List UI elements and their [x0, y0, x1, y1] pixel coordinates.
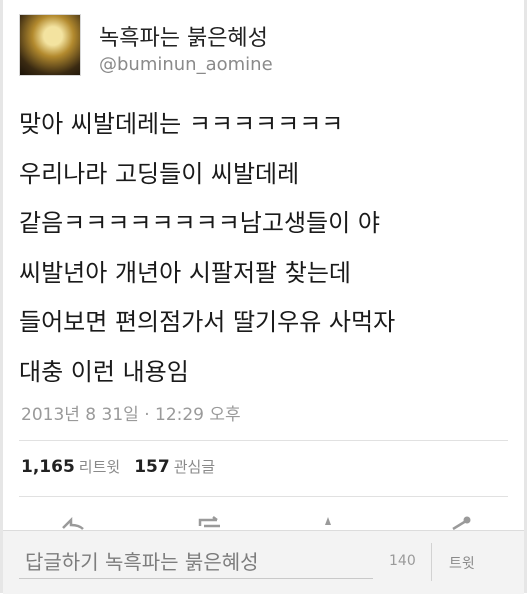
tweet-line: 대충 이런 내용임 — [19, 357, 189, 386]
tweet-actions — [19, 510, 508, 530]
tweet-line: 맞아 씨발데레는 ㅋㅋㅋㅋㅋㅋㅋ — [19, 110, 344, 138]
tweet-line: 우리나라 고딩들이 씨발데레 — [19, 159, 300, 188]
share-icon[interactable] — [449, 516, 475, 530]
tweet-header: 녹흑파는 붉은혜성 @buminun_aomine — [19, 14, 508, 84]
tweet-line: 같음ㅋㅋㅋㅋㅋㅋㅋㅋ남고생들이 야 — [19, 209, 380, 237]
tweet-stats: 1,165 리트윗 157 관심글 — [21, 456, 229, 477]
char-count: 140 — [389, 553, 416, 569]
divider — [19, 440, 508, 441]
tweet-line: 씨발년아 개년아 시팔저팔 찾는데 — [19, 258, 352, 287]
tweet-line: 들어보면 편의점가서 딸기우유 사먹자 — [19, 308, 396, 336]
retweet-icon[interactable] — [197, 516, 223, 530]
reply-input[interactable] — [19, 545, 373, 579]
tweet-text: 맞아 씨발데레는 ㅋㅋㅋㅋㅋㅋㅋ 우리나라 고딩들이 씨발데레 같음ㅋㅋㅋㅋㅋㅋ… — [19, 100, 509, 397]
reply-bar: 140 트윗 — [3, 530, 524, 594]
favorite-icon[interactable] — [315, 516, 341, 530]
retweet-label[interactable]: 리트윗 — [79, 458, 120, 476]
divider — [431, 543, 432, 581]
tweet-detail-screen: 녹흑파는 붉은혜성 @buminun_aomine 맞아 씨발데레는 ㅋㅋㅋㅋㅋ… — [0, 0, 527, 594]
divider — [19, 496, 508, 497]
avatar[interactable] — [19, 14, 81, 76]
tweet-timestamp: 2013년 8 31일 · 12:29 오후 — [21, 405, 241, 425]
retweet-count[interactable]: 1,165 — [21, 457, 75, 477]
favorite-label[interactable]: 관심글 — [174, 458, 215, 476]
tweet-button[interactable]: 트윗 — [449, 551, 509, 575]
favorite-count[interactable]: 157 — [134, 457, 170, 477]
reply-icon[interactable] — [59, 516, 85, 530]
author-handle[interactable]: @buminun_aomine — [99, 54, 273, 75]
author-display-name[interactable]: 녹흑파는 붉은혜성 — [99, 20, 268, 52]
